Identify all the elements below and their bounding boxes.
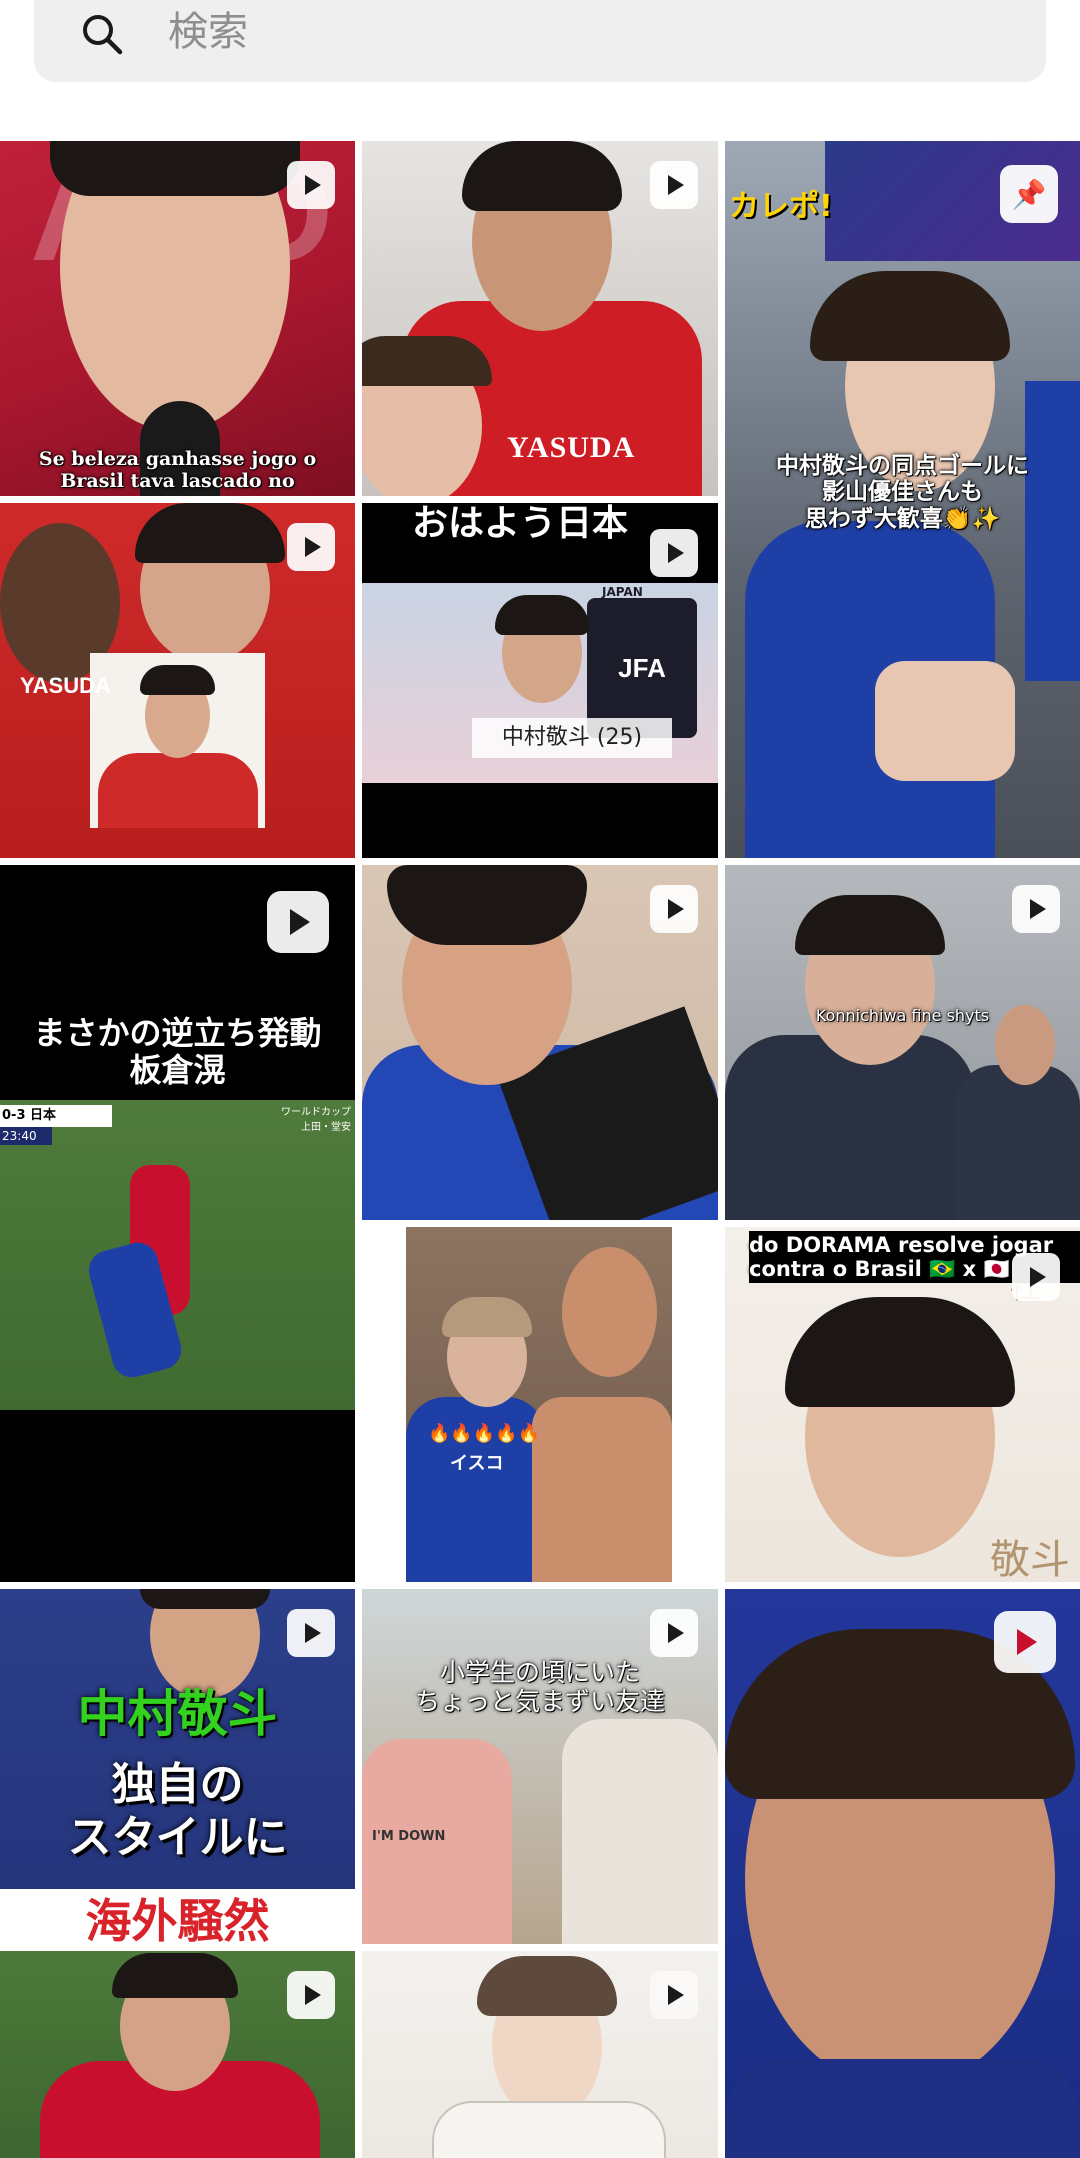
emoji-overlay: 🔥🔥🔥🔥🔥 [428,1423,541,1444]
brand-logo: カレポ! [729,189,833,224]
headline-white: 独自の スタイルに [67,1759,288,1863]
reel-icon [650,529,698,577]
grid-tile-4[interactable]: YASUDA [0,503,355,858]
grid-tile-5[interactable]: JFA JAPAN 中村敬斗 (25) おはよう日本 [362,503,718,858]
tile-caption: まさかの逆立ち発動 板倉滉 [33,1014,322,1089]
reel-icon [287,523,335,571]
reel-icon [1012,885,1060,933]
lower-third: 中村敬斗 (25) [472,718,672,758]
score-bug: 0-3 日本 [0,1105,112,1127]
jersey-text: イスコ [450,1453,504,1474]
grid-tile-2[interactable]: YASUDA [362,141,718,496]
grid-tile-13[interactable] [725,1589,1080,2158]
tile-caption: 中村敬斗の同点ゴールに 影山優佳さんも 思わず大歓喜👏✨ [776,453,1029,532]
grid-tile-8[interactable]: Konnichiwa fine shyts [725,865,1080,1220]
tile-caption: 小学生の頃にいた ちょっと気まずい友達 [414,1658,665,1716]
grid-tile-11[interactable]: 中村敬斗 独自の スタイルに 海外騒然 [0,1589,355,1944]
country-label: JAPAN [602,585,643,599]
reel-icon [650,885,698,933]
grid-tile-1[interactable]: ASO Se beleza ganhasse jogo o Brasil tav… [0,141,355,496]
explore-grid: ASO Se beleza ganhasse jogo o Brasil tav… [0,141,1080,2158]
grid-tile-15[interactable] [362,1951,718,2158]
tile-caption: Se beleza ganhasse jogo o Brasil tava la… [38,448,317,492]
grid-tile-9[interactable]: 🔥🔥🔥🔥🔥 イスコ [362,1227,718,1582]
tile-caption: Konnichiwa fine shyts [815,1006,990,1025]
reel-icon [287,161,335,209]
reel-icon [994,1611,1056,1673]
jersey-text: YASUDA [507,431,636,464]
reel-icon [287,1609,335,1657]
pin-icon: 📌 [1000,165,1058,223]
grid-tile-7[interactable] [362,865,718,1220]
reel-icon [1012,1253,1060,1301]
reel-icon [650,1609,698,1657]
reel-icon [650,1971,698,2019]
jersey-text: YASUDA [20,673,111,698]
grid-tile-3[interactable]: カレポ! 📌 中村敬斗の同点ゴールに 影山優佳さんも 思わず大歓喜👏✨ [725,141,1080,858]
headline-red: 海外騒然 [85,1894,270,1944]
grid-tile-10[interactable]: 社 敬斗 do DORAMA resolve jogar contra o Br… [725,1227,1080,1582]
grid-tile-14[interactable] [0,1951,355,2158]
search-icon [83,15,123,55]
reel-icon [267,891,329,953]
reel-icon [650,161,698,209]
search-input[interactable] [168,4,988,60]
headline-green: 中村敬斗 [77,1685,278,1743]
match-time: 23:40 [0,1127,52,1145]
background-text: 敬斗 [990,1537,1070,1582]
jfa-crest: JFA [618,652,666,683]
shirt-text: I'M DOWN [372,1829,446,1844]
search-bar[interactable] [34,0,1046,82]
broadcast-label: ワールドカップ 上田・堂安 [281,1107,351,1133]
reel-icon [287,1971,335,2019]
grid-tile-12[interactable]: I'M DOWN 小学生の頃にいた ちょっと気まずい友達 [362,1589,718,1944]
grid-tile-6[interactable]: 0-3 日本 23:40 ワールドカップ 上田・堂安 まさかの逆立ち発動 板倉滉 [0,865,355,1582]
